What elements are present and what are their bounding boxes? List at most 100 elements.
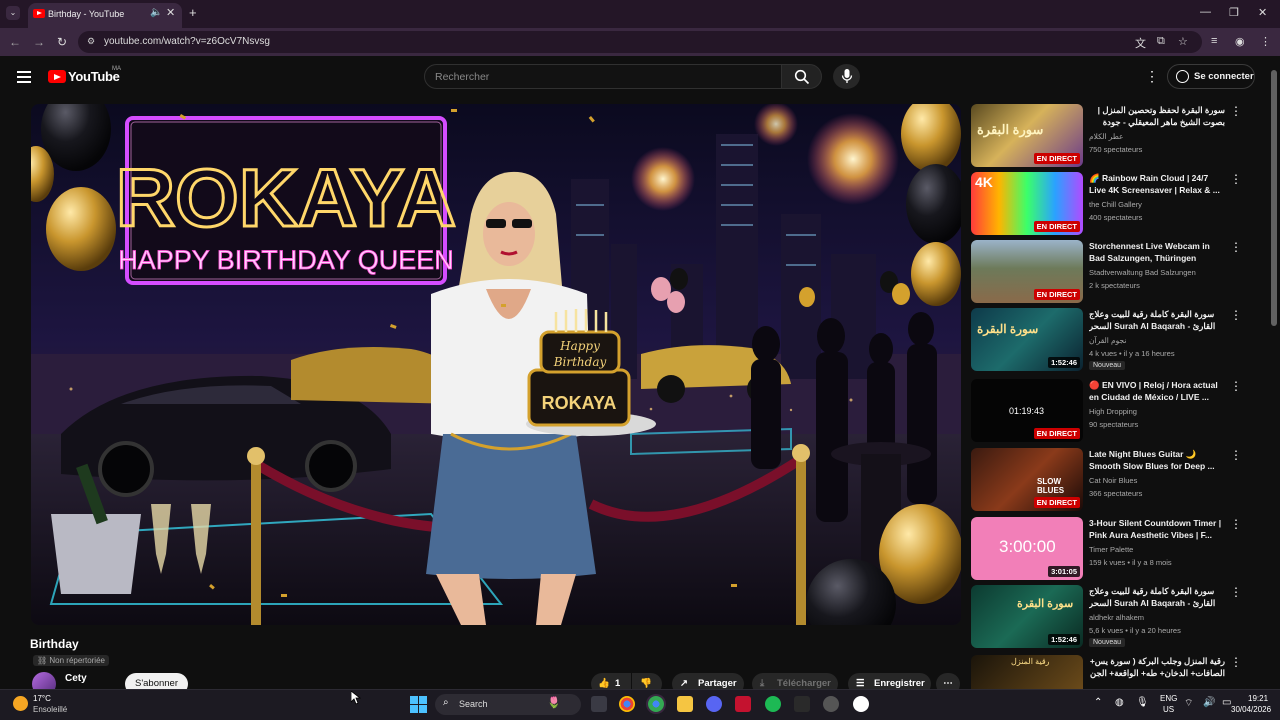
recommendation-thumbnail[interactable]: سورة البقرة 1:52:46 bbox=[971, 308, 1083, 371]
more-options-icon[interactable]: ⋮ bbox=[1230, 379, 1242, 393]
more-options-icon[interactable]: ⋮ bbox=[1230, 517, 1242, 531]
recommendation-channel[interactable]: High Dropping bbox=[1089, 407, 1229, 416]
taskbar-search-box[interactable]: ⌕ Search 🌷 bbox=[435, 694, 581, 715]
recommendation-channel[interactable]: aldhekr alhakem bbox=[1089, 613, 1229, 622]
recommendation-item[interactable]: EN DIRECT Storchennest Live Webcam in Ba… bbox=[971, 240, 1261, 304]
windows-start-icon[interactable] bbox=[410, 696, 427, 713]
recommendation-title[interactable]: 🌈 Rainbow Rain Cloud | 24/7 Live 4K Scre… bbox=[1089, 172, 1225, 196]
recommendation-item[interactable]: 01:19:43 EN DIRECT 🔴 EN VIVO | Reloj / H… bbox=[971, 379, 1261, 443]
recommendation-thumbnail[interactable]: 4K EN DIRECT bbox=[971, 172, 1083, 235]
spotify-icon[interactable] bbox=[765, 696, 781, 712]
chrome-profile-icon[interactable] bbox=[648, 696, 664, 712]
live-badge: EN DIRECT bbox=[1033, 153, 1080, 164]
reload-icon[interactable]: ↻ bbox=[57, 35, 67, 49]
address-bar[interactable]: ⚙ youtube.com/watch?v=z6OcV7Nsvsg bbox=[78, 31, 1202, 53]
menu-icon[interactable] bbox=[17, 71, 31, 83]
scrollbar-thumb[interactable] bbox=[1271, 70, 1277, 326]
search-button[interactable] bbox=[781, 64, 822, 89]
minimize-icon[interactable]: — bbox=[1200, 6, 1211, 18]
settings-menu-icon[interactable]: ⋮ bbox=[1145, 68, 1159, 85]
recommendation-title[interactable]: سورة البقرة لحفظ وتحصين المنزل | بصوت ال… bbox=[1089, 104, 1225, 130]
recommendation-title[interactable]: Late Night Blues Guitar 🌙 Smooth Slow Bl… bbox=[1089, 448, 1225, 472]
clock-app-icon[interactable] bbox=[853, 696, 869, 712]
recommendation-thumbnail[interactable]: EN DIRECT bbox=[971, 240, 1083, 303]
clock-date[interactable]: 30/04/2026 bbox=[1231, 705, 1271, 714]
discord-icon[interactable] bbox=[706, 696, 722, 712]
search-input[interactable]: Rechercher bbox=[424, 64, 782, 89]
profile-icon[interactable]: ◉ bbox=[1235, 35, 1245, 48]
recommendation-item[interactable]: SLOW BLUES EN DIRECT Late Night Blues Gu… bbox=[971, 448, 1261, 512]
more-options-icon[interactable]: ⋮ bbox=[1230, 585, 1242, 599]
forward-icon[interactable]: → bbox=[33, 35, 45, 49]
recommendation-thumbnail[interactable]: SLOW BLUES EN DIRECT bbox=[971, 448, 1083, 511]
clock-time[interactable]: 19:21 bbox=[1248, 694, 1268, 703]
tray-discord-icon[interactable]: ◍ bbox=[1115, 697, 1124, 708]
youtube-logo-icon[interactable] bbox=[48, 70, 66, 83]
recommendation-thumbnail[interactable]: سورة البقرة EN DIRECT bbox=[971, 104, 1083, 167]
weather-text[interactable]: Ensoleillé bbox=[33, 705, 67, 714]
close-window-icon[interactable]: ✕ bbox=[1258, 6, 1267, 19]
recommendation-item[interactable]: سورة البقرة 1:52:46 سورة البقرة كاملة رق… bbox=[971, 585, 1261, 649]
restore-icon[interactable]: ❐ bbox=[1229, 6, 1239, 19]
tray-overflow-icon[interactable]: ⌃ bbox=[1094, 697, 1102, 708]
live-badge: EN DIRECT bbox=[1033, 497, 1080, 508]
sun-icon[interactable] bbox=[13, 696, 28, 711]
browser-tab[interactable]: Birthday - YouTube 🔈 ✕ bbox=[28, 3, 182, 28]
recommendation-item[interactable]: 3:00:00 3:01:05 3-Hour Silent Countdown … bbox=[971, 517, 1261, 581]
more-options-icon[interactable]: ⋮ bbox=[1230, 104, 1242, 118]
recommendation-title[interactable]: Storchennest Live Webcam in Bad Salzunge… bbox=[1089, 240, 1225, 264]
acrobat-icon[interactable] bbox=[735, 696, 751, 712]
recommendation-title[interactable]: رقية المنزل وجلب البركة ( سورة يس+ الصاف… bbox=[1089, 655, 1225, 679]
voice-search-button[interactable] bbox=[833, 64, 860, 89]
recommendation-item[interactable]: 4K EN DIRECT 🌈 Rainbow Rain Cloud | 24/7… bbox=[971, 172, 1261, 236]
media-controls-icon[interactable]: ≡ bbox=[1211, 35, 1217, 47]
recommendation-thumbnail[interactable]: سورة البقرة 1:52:46 bbox=[971, 585, 1083, 648]
channel-name[interactable]: Cety bbox=[65, 673, 87, 684]
recommendation-thumbnail[interactable]: 3:00:00 3:01:05 bbox=[971, 517, 1083, 580]
bookmark-star-icon[interactable]: ☆ bbox=[1178, 35, 1188, 48]
recommendation-item[interactable]: سورة البقرة 1:52:46 سورة البقرة كاملة رق… bbox=[971, 308, 1261, 372]
back-icon[interactable]: ← bbox=[9, 35, 21, 49]
browser-menu-icon[interactable]: ⋮ bbox=[1260, 35, 1271, 48]
recommendation-title[interactable]: سورة البقرة كاملة رقية للبيت وعلاج السحر… bbox=[1089, 308, 1225, 334]
temperature[interactable]: 17°C bbox=[33, 694, 51, 703]
recommendation-thumbnail[interactable]: رقية المنزل bbox=[971, 655, 1083, 689]
wifi-icon[interactable]: ⌔ bbox=[1184, 697, 1193, 710]
tab-search-icon[interactable]: ⌄ bbox=[6, 6, 20, 20]
more-options-icon[interactable]: ⋮ bbox=[1230, 240, 1242, 254]
recommendation-item[interactable]: سورة البقرة EN DIRECT سورة البقرة لحفظ و… bbox=[971, 104, 1261, 168]
language-line1[interactable]: ENG bbox=[1160, 694, 1177, 703]
obs-icon[interactable] bbox=[823, 696, 839, 712]
task-view-icon[interactable] bbox=[591, 696, 607, 712]
recommendation-thumbnail[interactable]: 01:19:43 EN DIRECT bbox=[971, 379, 1083, 442]
recommendation-channel[interactable]: نجوم القرآن bbox=[1089, 336, 1229, 345]
recommendation-title[interactable]: سورة البقرة كاملة رقية للبيت وعلاج السحر… bbox=[1089, 585, 1225, 611]
recommendation-channel[interactable]: Stadtverwaltung Bad Salzungen bbox=[1089, 268, 1229, 277]
recommendation-channel[interactable]: Timer Palette bbox=[1089, 545, 1229, 554]
signin-button[interactable]: Se connecter bbox=[1167, 64, 1255, 89]
recommendation-title[interactable]: 🔴 EN VIVO | Reloj / Hora actual en Ciuda… bbox=[1089, 379, 1225, 403]
close-tab-icon[interactable]: ✕ bbox=[166, 6, 175, 19]
chrome-icon[interactable] bbox=[619, 696, 635, 712]
more-options-icon[interactable]: ⋮ bbox=[1230, 655, 1242, 669]
site-info-icon[interactable]: ⚙ bbox=[87, 36, 95, 47]
recommendation-channel[interactable]: عطر الكلام bbox=[1089, 132, 1229, 141]
recommendation-channel[interactable]: Cat Noir Blues bbox=[1089, 476, 1229, 485]
more-options-icon[interactable]: ⋮ bbox=[1230, 172, 1242, 186]
language-line2[interactable]: US bbox=[1163, 705, 1174, 714]
recommendation-title[interactable]: 3-Hour Silent Countdown Timer | Pink Aur… bbox=[1089, 517, 1225, 541]
recommendation-item[interactable]: رقية المنزل رقية المنزل وجلب البركة ( سو… bbox=[971, 655, 1261, 689]
capcut-icon[interactable] bbox=[794, 696, 810, 712]
recommendation-channel[interactable]: the Chill Gallery bbox=[1089, 200, 1229, 209]
more-options-icon[interactable]: ⋮ bbox=[1230, 448, 1242, 462]
video-player[interactable]: ROKAYA HAPPY BIRTHDAY QUEEN Happy Birthd… bbox=[31, 104, 961, 625]
file-explorer-icon[interactable] bbox=[677, 696, 693, 712]
tray-mic-icon[interactable]: 🎙 bbox=[1136, 697, 1149, 708]
volume-icon[interactable]: 🔊 bbox=[1203, 697, 1215, 708]
youtube-favicon-icon bbox=[33, 9, 45, 18]
more-options-icon[interactable]: ⋮ bbox=[1230, 308, 1242, 322]
speaker-icon[interactable]: 🔈 bbox=[150, 7, 162, 18]
new-tab-icon[interactable]: + bbox=[189, 5, 197, 20]
translate-icon[interactable]: 文 bbox=[1135, 35, 1146, 51]
install-app-icon[interactable]: ⧉ bbox=[1157, 35, 1165, 48]
